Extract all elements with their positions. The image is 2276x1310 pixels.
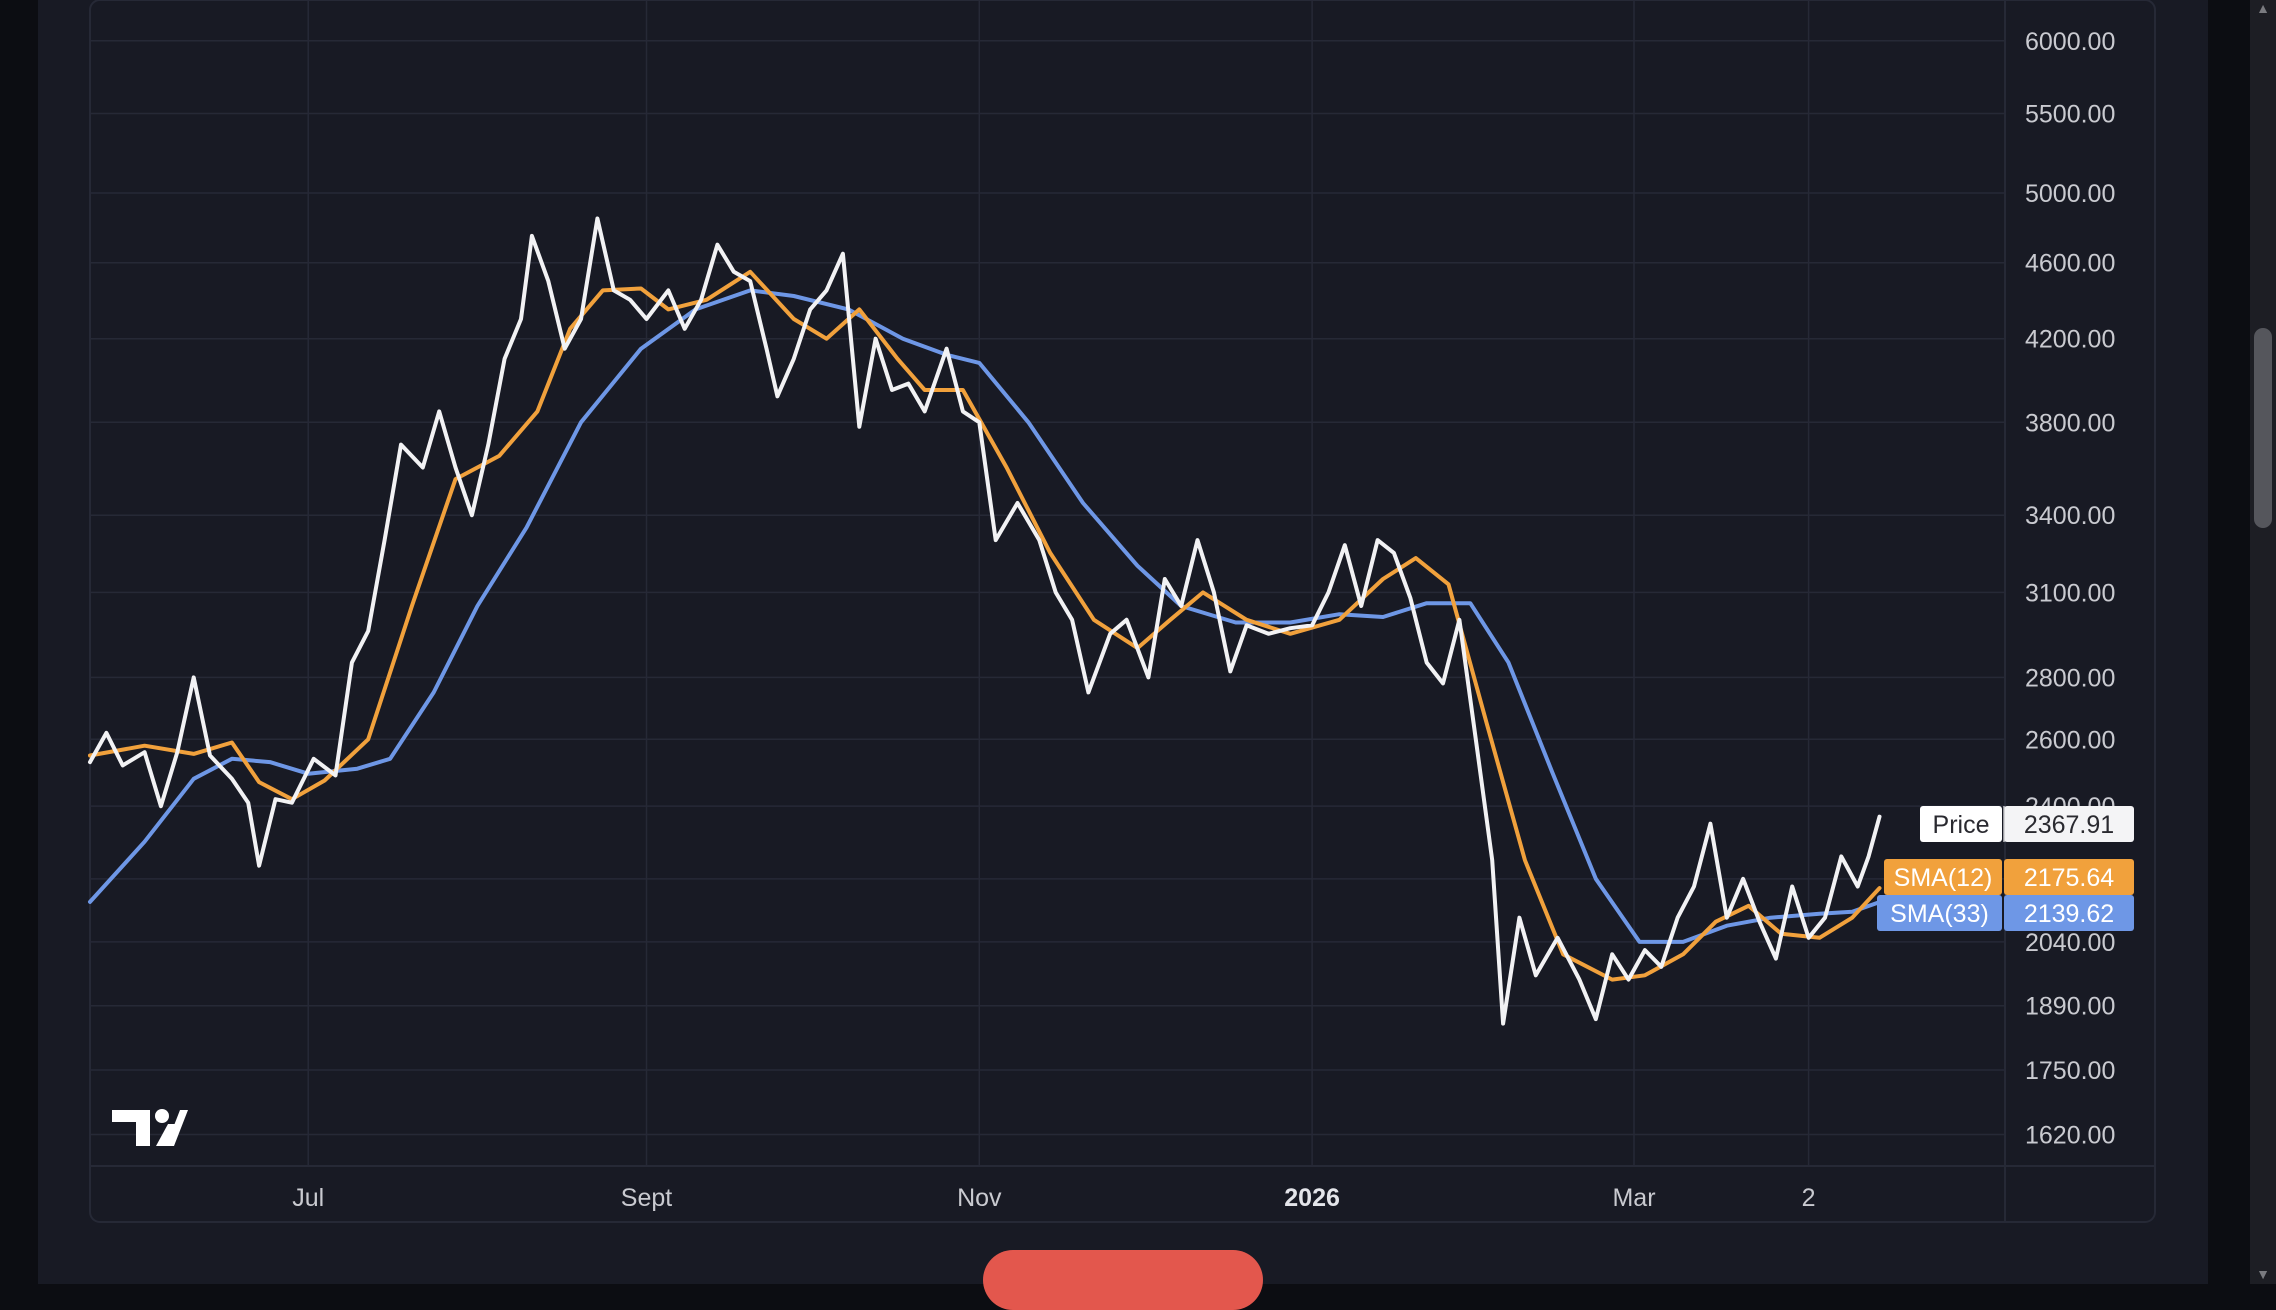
price-tag-label: SMA(12) [1894,864,1993,892]
y-tick-label: 2600.00 [2025,726,2115,754]
y-tick-label: 1890.00 [2025,993,2115,1021]
grid [89,0,2156,1223]
y-tick-label: 2040.00 [2025,929,2115,957]
price-tags: Price 2367.91 SMA(12) 2175.64 SMA(33) 2139.62 [1877,806,2134,931]
x-tick-label: 2 [1802,1184,1816,1212]
x-tick-label: Sept [621,1184,672,1212]
x-tick-label: 2026 [1284,1184,1340,1212]
y-axis[interactable]: 6000.00 5500.00 5000.00 4600.00 4200.00 3800.… [2025,28,2115,1150]
price-tag-label: Price [1933,811,1990,839]
x-tick-label: Nov [957,1184,1002,1212]
y-tick-label: 1620.00 [2025,1121,2115,1149]
scrollbar-track[interactable] [2250,0,2276,1284]
y-tick-label: 5000.00 [2025,180,2115,208]
y-tick-label: 3800.00 [2025,409,2115,437]
y-tick-label: 3100.00 [2025,579,2115,607]
price-chart[interactable]: 6000.00 5500.00 5000.00 4600.00 4200.00 3800.… [0,0,2276,1284]
plot-frame [89,0,2156,1223]
y-tick-label: 4600.00 [2025,250,2115,278]
y-tick-label: 4200.00 [2025,326,2115,354]
series-line-sma-12 [88,269,1882,982]
price-tag-value: 2367.91 [2024,811,2114,839]
series-line-sma-33 [88,288,1882,944]
price-tag-label: SMA(33) [1890,900,1989,928]
scroll-up-arrow-icon[interactable]: ▲ [2254,0,2272,16]
x-tick-label: Mar [1612,1184,1655,1212]
x-tick-label: Jul [292,1184,324,1212]
y-tick-label: 3400.00 [2025,502,2115,530]
bottom-action-button[interactable] [983,1250,1263,1310]
scrollbar-thumb[interactable] [2254,328,2272,528]
price-tag-price: Price 2367.91 [1920,806,2134,842]
y-tick-label: 5500.00 [2025,100,2115,128]
price-tag-value: 2139.62 [2024,900,2114,928]
price-tag-value: 2175.64 [2024,864,2114,892]
y-tick-label: 6000.00 [2025,28,2115,56]
price-tag-sma-33: SMA(33) 2139.62 [1877,895,2134,931]
y-tick-label: 1750.00 [2025,1057,2115,1085]
tradingview-logo[interactable] [112,1109,188,1146]
y-tick-label: 2800.00 [2025,664,2115,692]
x-axis[interactable]: Jul Sept Nov 2026 Mar 2 [292,1184,1815,1212]
scroll-down-arrow-icon[interactable]: ▼ [2254,1266,2272,1282]
price-tag-sma-12: SMA(12) 2175.64 [1884,859,2134,895]
